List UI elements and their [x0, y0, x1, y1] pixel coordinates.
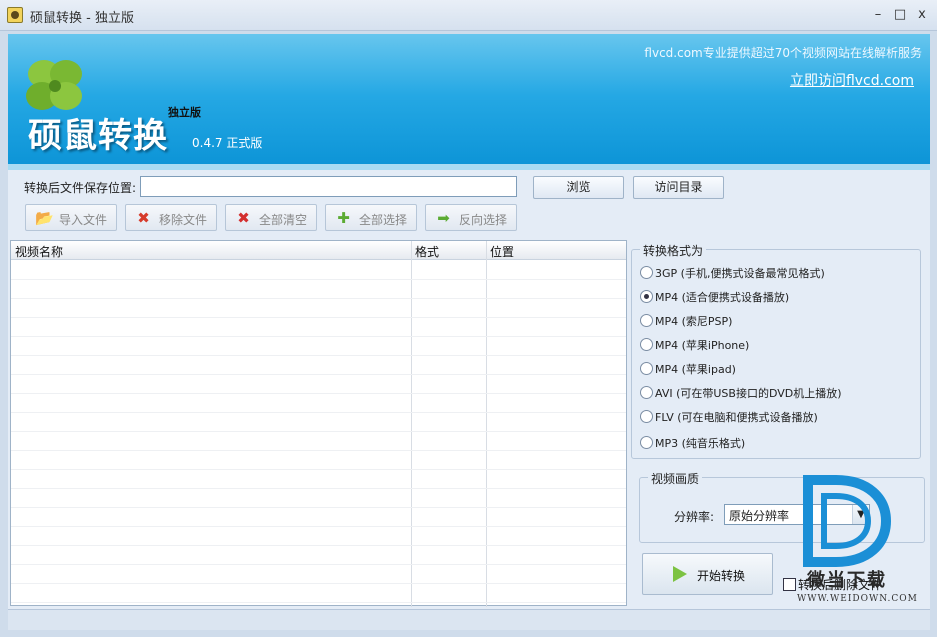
column-header-location[interactable]: 位置 [490, 243, 514, 260]
format-group-title: 转换格式为 [640, 242, 707, 259]
format-option-label: 3GP (手机,便携式设备最常见格式) [655, 267, 825, 280]
import-file-button[interactable]: 📂 导入文件 [25, 204, 117, 231]
select-all-label: 全部选择 [359, 213, 408, 227]
invert-select-label: 反向选择 [459, 213, 508, 227]
list-header: 视频名称 格式 位置 [11, 241, 626, 260]
format-option-label: AVI (可在带USB接口的DVD机上播放) [655, 387, 842, 400]
edition-label: 独立版 [168, 106, 201, 119]
format-option-label: MP4 (适合便携式设备播放) [655, 291, 790, 304]
grid-line [11, 279, 626, 280]
format-group: 转换格式为 3GP (手机,便携式设备最常见格式) MP4 (适合便携式设备播放… [631, 242, 921, 459]
browse-button[interactable]: 浏览 [533, 176, 624, 199]
grid-line [11, 450, 626, 451]
folder-add-icon: 📂 [35, 209, 54, 227]
column-header-name[interactable]: 视频名称 [15, 243, 63, 260]
format-option-label: MP4 (苹果iPhone) [655, 339, 750, 352]
video-file-list[interactable]: 视频名称 格式 位置 [10, 240, 627, 607]
radio-button[interactable] [640, 290, 653, 303]
grid-line [11, 583, 626, 584]
grid-line [11, 431, 626, 432]
chevron-down-icon[interactable]: ▼ [852, 505, 869, 524]
format-option-label: FLV (可在电脑和便携式设备播放) [655, 411, 818, 424]
save-path-input[interactable] [140, 176, 517, 197]
save-path-label: 转换后文件保存位置: [24, 181, 137, 195]
version-label: 0.4.7 正式版 [192, 136, 263, 150]
resolution-label: 分辨率: [674, 510, 715, 524]
radio-button[interactable] [640, 362, 653, 375]
invert-select-button[interactable]: ➡ 反向选择 [425, 204, 517, 231]
app-icon [7, 7, 23, 23]
maximize-button[interactable]: □ [891, 6, 909, 24]
radio-button[interactable] [640, 314, 653, 327]
remove-file-label: 移除文件 [159, 213, 208, 227]
import-file-label: 导入文件 [59, 213, 108, 227]
play-icon [673, 566, 687, 582]
main-panel: 转换后文件保存位置: 浏览 访问目录 📂 导入文件 ✖ 移除文件 ✖ 全部清空 … [8, 170, 930, 630]
select-all-button[interactable]: ✚ 全部选择 [325, 204, 417, 231]
grid-line [11, 393, 626, 394]
grid-line [11, 374, 626, 375]
remove-file-button[interactable]: ✖ 移除文件 [125, 204, 217, 231]
grid-line [11, 469, 626, 470]
grid-line [11, 298, 626, 299]
visit-site-link[interactable]: 立即访问flvcd.com [790, 70, 914, 90]
grid-line [11, 317, 626, 318]
format-option-label: MP4 (索尼PSP) [655, 315, 733, 328]
radio-button[interactable] [640, 386, 653, 399]
start-convert-button[interactable]: 开始转换 [642, 553, 773, 595]
slogan-text: flvcd.com专业提供超过70个视频网站在线解析服务 [644, 46, 922, 60]
clear-all-button[interactable]: ✖ 全部清空 [225, 204, 317, 231]
column-header-format[interactable]: 格式 [415, 243, 439, 260]
grid-line [11, 526, 626, 527]
close-button[interactable]: x [913, 6, 931, 24]
radio-button[interactable] [640, 338, 653, 351]
delete-after-checkbox[interactable] [783, 578, 796, 591]
grid-line [11, 564, 626, 565]
grid-line [11, 602, 626, 603]
quality-group-title: 视频画质 [648, 470, 703, 487]
brand-title: 硕鼠转换 [28, 116, 168, 156]
grid-line [11, 545, 626, 546]
grid-line [11, 507, 626, 508]
header-banner: 硕鼠转换 独立版 0.4.7 正式版 flvcd.com专业提供超过70个视频网… [8, 34, 930, 170]
folder-remove-icon: ✖ [137, 209, 150, 227]
column-divider [486, 241, 487, 607]
green-plus-icon: ✚ [337, 209, 350, 227]
radio-button[interactable] [640, 266, 653, 279]
watermark-url: WWW.WEIDOWN.COM [797, 594, 918, 604]
status-bar [8, 609, 930, 630]
open-directory-button[interactable]: 访问目录 [633, 176, 724, 199]
column-divider [411, 241, 412, 607]
format-option-label: MP3 (纯音乐格式) [655, 437, 746, 450]
title-bar: 硕鼠转换 - 独立版 – □ x [0, 0, 937, 31]
grid-line [11, 488, 626, 489]
quality-group: 视频画质 分辨率: 原始分辨率 ▼ [639, 470, 925, 543]
grid-line [11, 412, 626, 413]
radio-button[interactable] [640, 436, 653, 449]
grid-line [11, 355, 626, 356]
minimize-button[interactable]: – [869, 6, 887, 24]
start-convert-label: 开始转换 [697, 569, 746, 583]
red-x-icon: ✖ [237, 209, 250, 227]
format-option-label: MP4 (苹果ipad) [655, 363, 736, 376]
window-title: 硕鼠转换 - 独立版 [30, 11, 134, 26]
watermark-text: 微当下载 [807, 570, 887, 591]
radio-button[interactable] [640, 410, 653, 423]
green-arrow-icon: ➡ [437, 209, 450, 227]
grid-line [11, 336, 626, 337]
resolution-select[interactable]: 原始分辨率 ▼ [724, 504, 870, 525]
resolution-select-value: 原始分辨率 [729, 509, 790, 523]
clear-all-label: 全部清空 [259, 213, 308, 227]
